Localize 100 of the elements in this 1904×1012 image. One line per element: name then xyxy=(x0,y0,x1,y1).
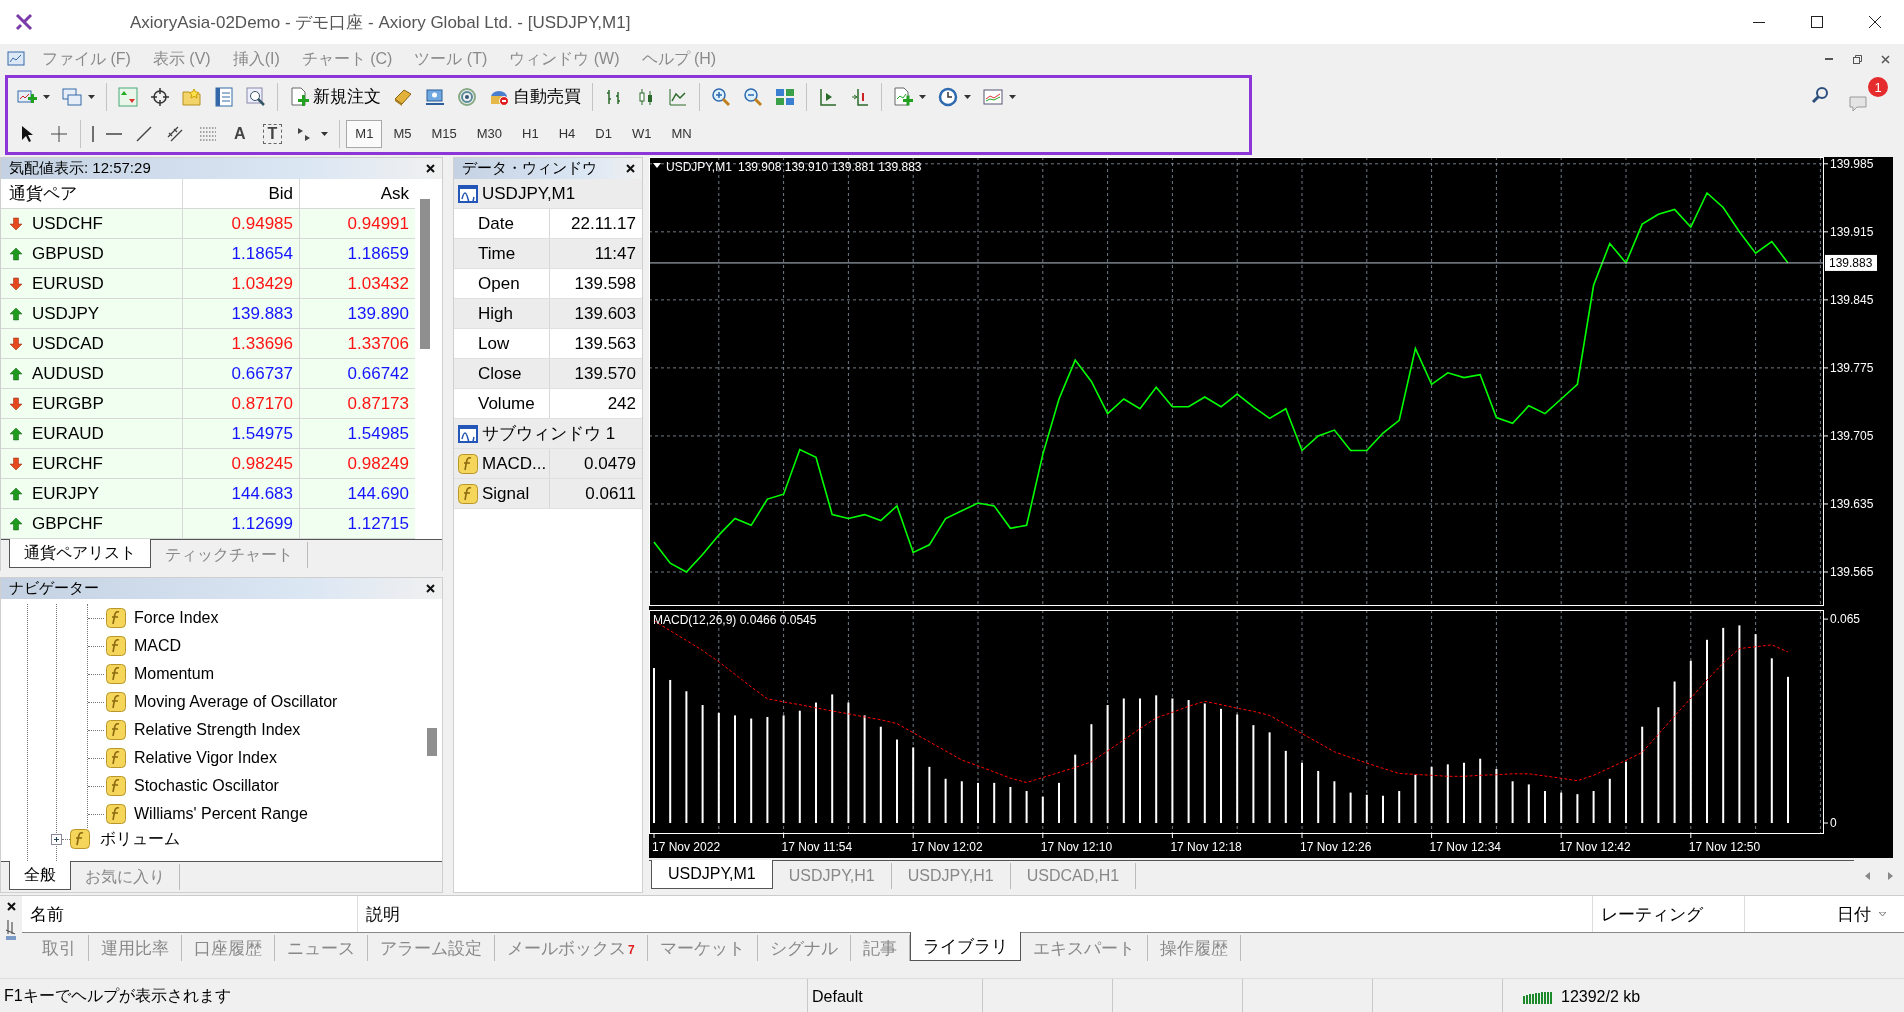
column-header[interactable]: Ask xyxy=(300,179,415,208)
timeframe-button[interactable]: M5 xyxy=(384,119,421,148)
toolbar-button[interactable]: 自動売買 xyxy=(484,80,586,113)
tree-item[interactable]: Moving Average of Oscillator xyxy=(134,693,338,711)
close-icon xyxy=(425,164,435,173)
tab[interactable]: 通貨ペアリスト xyxy=(9,539,151,568)
ask-price: 0.98249 xyxy=(346,452,410,475)
tree-item[interactable]: ボリューム xyxy=(100,828,180,850)
column-header[interactable]: 説明 xyxy=(366,902,400,926)
scrollbar-thumb[interactable] xyxy=(420,199,430,349)
symbol-name[interactable]: EURCHF xyxy=(32,453,103,474)
count-label: 7 xyxy=(628,943,635,957)
tree-item[interactable]: Williams' Percent Range xyxy=(134,805,308,823)
crosshair-icon xyxy=(49,123,69,144)
ask-price: 144.690 xyxy=(346,482,410,505)
symbol-name[interactable]: USDCHF xyxy=(32,213,103,234)
text-tool-button[interactable]: A xyxy=(225,117,255,150)
ask-price: 1.12715 xyxy=(346,512,410,535)
timeframe-button[interactable]: H4 xyxy=(549,119,585,148)
indicator-value: 0.0479 xyxy=(583,453,637,474)
ask-price: 1.33706 xyxy=(346,332,410,355)
crosshair-icon xyxy=(150,86,170,107)
tree-item[interactable]: MACD xyxy=(134,637,182,655)
tree-item[interactable]: Momentum xyxy=(134,665,215,683)
column-header[interactable]: 通貨ペア xyxy=(1,179,183,208)
axis-label: 17 Nov 2022 xyxy=(652,840,721,854)
close-icon xyxy=(1869,16,1881,28)
chart-window-icon[interactable] xyxy=(7,50,25,68)
timeframe-button[interactable]: M15 xyxy=(422,119,466,148)
bid-price: 0.94985 xyxy=(183,209,300,238)
timeframe-button[interactable]: H1 xyxy=(513,119,548,148)
ask-price: 0.87173 xyxy=(346,392,410,415)
sort-icon[interactable] xyxy=(1879,911,1886,917)
tree-item[interactable]: Stochastic Oscillator xyxy=(134,777,279,795)
signal-icon xyxy=(457,86,477,107)
histogram-bar xyxy=(1009,786,1012,823)
tile-icon xyxy=(775,86,795,107)
signal-bars-icon xyxy=(1523,989,1553,1004)
ask-price: 1.18659 xyxy=(346,242,410,265)
symbol-name[interactable]: EURJPY xyxy=(32,483,100,504)
histogram-bar xyxy=(1430,766,1433,823)
function-icon xyxy=(70,829,90,849)
timeframe-button[interactable]: W1 xyxy=(622,119,661,148)
restore-icon xyxy=(1852,54,1862,64)
timeframe-button[interactable]: D1 xyxy=(586,119,621,148)
field-value: 139.570 xyxy=(573,363,637,384)
symbol-name[interactable]: USDCAD xyxy=(32,333,104,354)
ask-price: 1.54985 xyxy=(346,422,410,445)
window-title: AxioryAsia-02Demo - デモ口座 - Axiory Global Ltd. - [USDJPY,M1] xyxy=(130,11,631,34)
caret-icon xyxy=(919,94,926,99)
tree-item[interactable]: Relative Strength Index xyxy=(134,721,301,739)
notifications-button[interactable]: 1 xyxy=(1848,77,1888,113)
field-label: Volume xyxy=(454,389,550,418)
tab[interactable]: 全般 xyxy=(9,861,71,890)
column-header[interactable]: レーティング xyxy=(1601,902,1703,926)
price-tag: 139.883 xyxy=(1825,254,1877,271)
timeframe-button[interactable]: M30 xyxy=(467,119,512,148)
histogram-bar xyxy=(1608,778,1611,823)
bid-price: 144.683 xyxy=(183,479,300,508)
notification-badge: 1 xyxy=(1868,77,1888,97)
tree-item[interactable]: Relative Vigor Index xyxy=(134,749,277,767)
text-tool-button[interactable]: T xyxy=(262,123,283,144)
toolbar-button[interactable]: 新規注文 xyxy=(284,80,386,113)
scroll-left-icon[interactable] xyxy=(1864,871,1871,880)
expand-icon[interactable] xyxy=(51,833,62,845)
folder-star-icon xyxy=(182,86,202,107)
quotes-icon xyxy=(118,86,138,107)
tab[interactable]: メールボックス 7 xyxy=(495,935,648,961)
symbol-name[interactable]: EURUSD xyxy=(32,273,104,294)
column-header[interactable]: 名前 xyxy=(30,902,64,926)
symbol-name[interactable]: EURAUD xyxy=(32,423,104,444)
windows-icon xyxy=(62,86,82,107)
histogram-bar xyxy=(1414,774,1417,823)
timeframe-button[interactable]: M1 xyxy=(346,119,383,148)
axis-label: 17 Nov 12:18 xyxy=(1170,840,1242,854)
axis-label: 139.845 xyxy=(1830,292,1874,307)
scrollbar-thumb[interactable] xyxy=(427,728,437,756)
caret-icon xyxy=(88,94,95,99)
caret-icon xyxy=(964,94,971,99)
function-icon xyxy=(458,483,478,504)
tab[interactable]: ライブラリ xyxy=(909,932,1021,961)
symbol-name[interactable]: USDJPY xyxy=(32,303,100,324)
tree-item[interactable]: Force Index xyxy=(134,609,219,627)
column-header[interactable]: 日付 xyxy=(1837,902,1871,926)
chart-shift-icon xyxy=(818,86,838,107)
histogram-bar xyxy=(1398,791,1401,823)
field-value: 22.11.17 xyxy=(570,213,637,234)
symbol-name[interactable]: GBPCHF xyxy=(32,513,103,534)
histogram-bar xyxy=(1511,781,1514,823)
axis-label: 17 Nov 12:02 xyxy=(911,840,983,854)
histogram-bar xyxy=(1317,770,1320,823)
symbol-name[interactable]: GBPUSD xyxy=(32,243,104,264)
symbol-name[interactable]: AUDUSD xyxy=(32,363,104,384)
timeframe-button[interactable]: MN xyxy=(662,119,701,148)
scroll-right-icon[interactable] xyxy=(1887,871,1894,880)
function-icon xyxy=(106,748,126,768)
column-header[interactable]: Bid xyxy=(183,179,300,208)
tab[interactable]: USDJPY,M1 xyxy=(651,860,773,889)
symbol-name[interactable]: EURGBP xyxy=(32,393,104,414)
clock-icon xyxy=(938,86,958,107)
